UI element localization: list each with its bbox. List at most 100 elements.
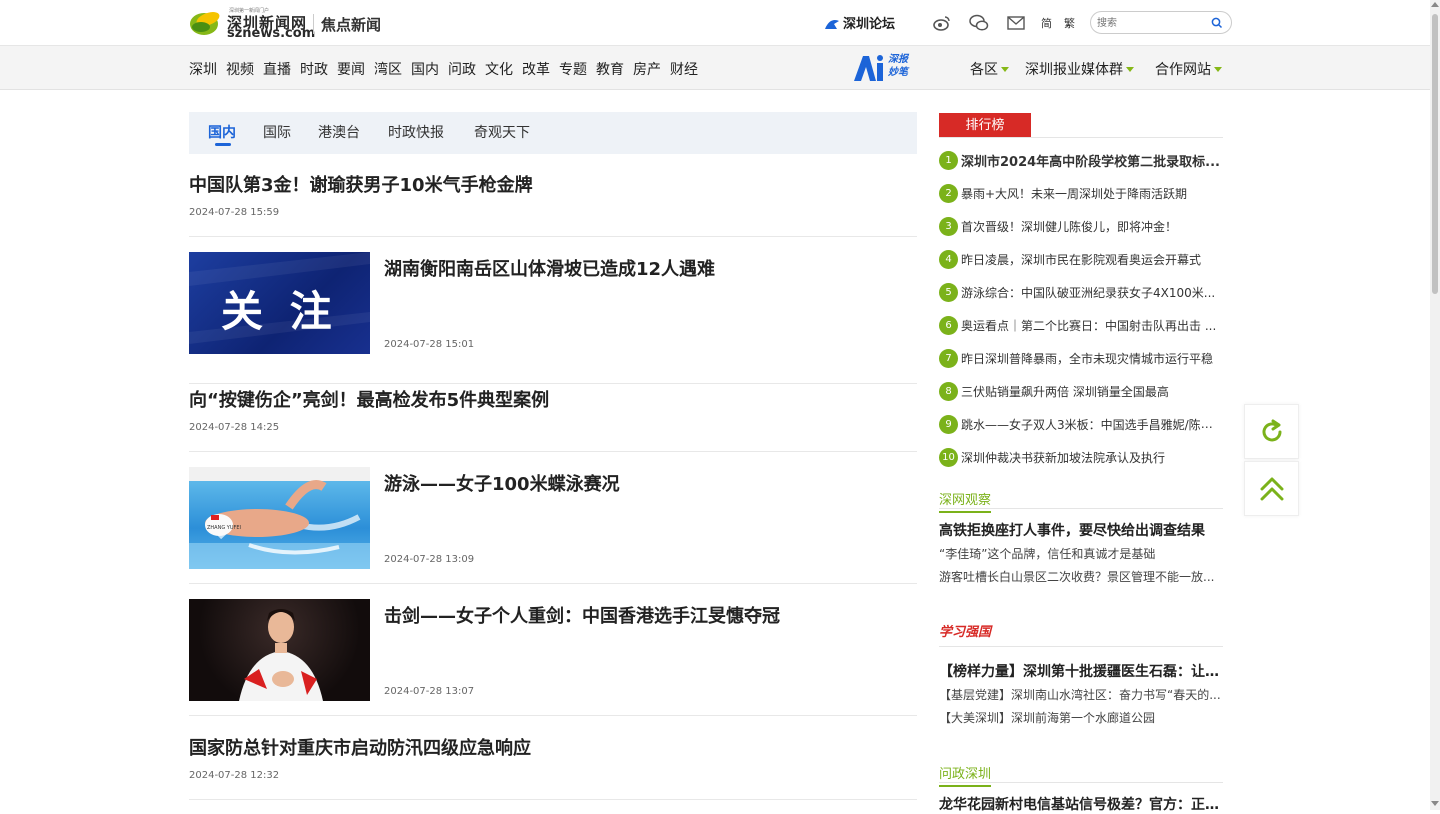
- nav-item-domestic[interactable]: 国内: [411, 59, 439, 79]
- rank-text: 三伏贴销量飙升两倍 深圳销量全国最高: [961, 385, 1169, 399]
- wenzheng-section-title: 问政深圳: [939, 763, 992, 787]
- nav-item-headlines[interactable]: 要闻: [337, 59, 365, 79]
- back-to-top-button[interactable]: [1244, 461, 1299, 516]
- scroll-up-arrow-icon[interactable]: [1431, 2, 1439, 7]
- thumb-text: 关 注: [221, 287, 338, 336]
- nav-item-video[interactable]: 视频: [226, 59, 254, 79]
- tab-politics-express[interactable]: 时政快报: [388, 122, 444, 142]
- rank-number: 9: [939, 415, 958, 434]
- news-title[interactable]: 国家防总针对重庆市启动防汛四级应急响应: [189, 734, 531, 760]
- search-icon[interactable]: [1211, 17, 1223, 29]
- news-title[interactable]: 游泳——女子100米蝶泳赛况: [384, 470, 620, 496]
- news-thumbnail[interactable]: [189, 599, 370, 701]
- xuexi-logo[interactable]: 学习强国: [939, 621, 991, 640]
- nav-item-bay-area[interactable]: 湾区: [374, 59, 402, 79]
- news-item[interactable]: 关 注 湖南衡阳南岳区山体滑坡已造成12人遇难 2024-07-28 15:01: [189, 237, 917, 384]
- districts-label: 各区: [970, 62, 998, 78]
- observe-link[interactable]: 游客吐槽长白山景区二次收费？景区管理不能一放...: [939, 568, 1223, 585]
- mail-icon[interactable]: [1006, 13, 1026, 33]
- news-item[interactable]: 国家防总针对重庆市启动防汛四级应急响应 2024-07-28 12:32: [189, 716, 917, 800]
- news-title[interactable]: 中国队第3金！谢瑜获男子10米气手枪金牌: [189, 171, 533, 197]
- rank-number: 1: [939, 151, 958, 170]
- chevron-down-icon: [1126, 67, 1134, 72]
- wechat-icon[interactable]: [969, 13, 989, 33]
- tab-international[interactable]: 国际: [263, 122, 291, 142]
- nav-item-inquiry[interactable]: 问政: [448, 59, 476, 79]
- news-date: 2024-07-28 15:59: [189, 207, 280, 218]
- media-group-dropdown[interactable]: 深圳报业媒体群: [1025, 59, 1134, 79]
- news-date: 2024-07-28 12:32: [189, 770, 280, 781]
- site-logo[interactable]: 深圳第一新闻门户 深圳新闻网 sznews.com: [189, 7, 315, 41]
- nav-item-topics[interactable]: 专题: [559, 59, 587, 79]
- observe-section-title: 深网观察: [939, 489, 992, 513]
- forum-link[interactable]: 深圳论坛: [823, 13, 895, 32]
- news-item[interactable]: 向“按键伤企”亮剑！最高检发布5件典型案例 2024-07-28 14:25: [189, 384, 917, 452]
- nav-item-reform[interactable]: 改革: [522, 59, 550, 79]
- news-item[interactable]: 击剑——女子个人重剑：中国香港选手江旻憓夺冠 2024-07-28 13:07: [189, 584, 917, 716]
- wenzheng-section-header: 问政深圳: [939, 761, 1223, 787]
- lang-simplified[interactable]: 简: [1041, 15, 1052, 31]
- rank-number: 6: [939, 316, 958, 335]
- scroll-down-arrow-icon[interactable]: [1431, 801, 1439, 806]
- rank-text: 深圳市2024年高中阶段学校第二批录取标...: [961, 155, 1220, 170]
- ranking-item[interactable]: 3 首次晋级！深圳健儿陈俊儿，即将冲金！: [939, 217, 1223, 237]
- refresh-icon: [1262, 419, 1282, 442]
- nav-item-finance[interactable]: 财经: [670, 59, 698, 79]
- nav-item-live[interactable]: 直播: [263, 59, 291, 79]
- nav-item-culture[interactable]: 文化: [485, 59, 513, 79]
- ranking-item[interactable]: 7 昨日深圳普降暴雨，全市未现灾情城市运行平稳: [939, 349, 1223, 369]
- xuexi-link[interactable]: 【基层党建】深圳南山水湾社区：奋力书写“春天的...: [939, 686, 1223, 703]
- districts-dropdown[interactable]: 各区: [970, 59, 1009, 79]
- ai-logo[interactable]: 深报 妙笔: [852, 52, 922, 84]
- rank-text: 首次晋级！深圳健儿陈俊儿，即将冲金！: [961, 220, 1178, 234]
- wenzheng-lead-link[interactable]: 龙华花园新村电信基站信号极差？官方：正在...: [939, 794, 1223, 814]
- news-thumbnail[interactable]: 关 注: [189, 252, 370, 354]
- tab-hk-macao-taiwan[interactable]: 港澳台: [318, 122, 360, 142]
- news-item[interactable]: 中国队第3金！谢瑜获男子10米气手枪金牌 2024-07-28 15:59: [189, 154, 917, 237]
- news-title[interactable]: 向“按键伤企”亮剑！最高检发布5件典型案例: [189, 386, 549, 412]
- rank-text: 游泳综合：中国队破亚洲纪录获女子4X100米...: [961, 286, 1216, 300]
- ranking-item[interactable]: 2 暴雨+大风！未来一周深圳处于降雨活跃期: [939, 184, 1223, 204]
- tab-domestic[interactable]: 国内: [208, 122, 236, 142]
- ranking-item[interactable]: 4 昨日凌晨，深圳市民在影院观看奥运会开幕式: [939, 250, 1223, 270]
- scroll-thumb[interactable]: [1432, 14, 1438, 294]
- xuexi-link[interactable]: 【大美深圳】深圳前海第一个水廊道公园: [939, 709, 1223, 726]
- ai-logo-line1: 深报: [888, 54, 908, 65]
- rank-number: 8: [939, 382, 958, 401]
- ranking-item[interactable]: 10 深圳仲裁决书获新加坡法院承认及执行: [939, 448, 1223, 468]
- nav-item-politics[interactable]: 时政: [300, 59, 328, 79]
- top-header: 深圳第一新闻门户 深圳新闻网 sznews.com 焦点新闻 深圳论坛 简 繁: [0, 0, 1430, 46]
- chevron-down-icon: [1001, 67, 1009, 72]
- ranking-item[interactable]: 6 奥运看点｜第二个比赛日：中国射击队再出击 ...: [939, 316, 1223, 336]
- ranking-item[interactable]: 5 游泳综合：中国队破亚洲纪录获女子4X100米...: [939, 283, 1223, 303]
- news-item[interactable]: ZHANG YUFEI 游泳——女子100米蝶泳赛况 2024-07-28 13…: [189, 452, 917, 584]
- tab-world-wonders[interactable]: 奇观天下: [474, 122, 530, 142]
- ranking-item[interactable]: 8 三伏贴销量飙升两倍 深圳销量全国最高: [939, 382, 1223, 402]
- nav-item-property[interactable]: 房产: [633, 59, 661, 79]
- news-title[interactable]: 湖南衡阳南岳区山体滑坡已造成12人遇难: [384, 255, 715, 281]
- xuexi-lead-link[interactable]: 【榜样力量】深圳第十批援疆医生石磊：让群...: [939, 661, 1223, 681]
- rank-text: 跳水——女子双人3米板：中国选手昌雅妮/陈艺...: [961, 418, 1223, 432]
- nav-items: 深圳 视频 直播 时政 要闻 湾区 国内 问政 文化 改革 专题 教育 房产 财…: [189, 59, 698, 79]
- news-date: 2024-07-28 15:01: [384, 339, 475, 350]
- swimmer-image: [189, 467, 370, 569]
- back-to-top-icon: [1260, 477, 1284, 501]
- observe-lead-link[interactable]: 高铁拒换座打人事件，要尽快给出调查结果: [939, 520, 1223, 540]
- nav-item-shenzhen[interactable]: 深圳: [189, 59, 217, 79]
- partner-sites-dropdown[interactable]: 合作网站: [1155, 59, 1222, 79]
- chevron-down-icon: [1214, 67, 1222, 72]
- weibo-icon[interactable]: [932, 13, 952, 33]
- news-thumbnail[interactable]: ZHANG YUFEI: [189, 467, 370, 569]
- section-title: 焦点新闻: [321, 16, 382, 34]
- rank-number: 2: [939, 184, 958, 203]
- lang-traditional[interactable]: 繁: [1064, 15, 1075, 31]
- search-input[interactable]: [1097, 15, 1207, 31]
- observe-link[interactable]: “李佳琦”这个品牌，信任和真诚才是基础: [939, 545, 1223, 562]
- ranking-item[interactable]: 9 跳水——女子双人3米板：中国选手昌雅妮/陈艺...: [939, 415, 1223, 435]
- refresh-button[interactable]: [1244, 404, 1299, 459]
- news-title[interactable]: 击剑——女子个人重剑：中国香港选手江旻憓夺冠: [384, 602, 780, 628]
- media-group-label: 深圳报业媒体群: [1025, 62, 1123, 78]
- ranking-item[interactable]: 1 深圳市2024年高中阶段学校第二批录取标...: [939, 151, 1223, 171]
- nav-item-education[interactable]: 教育: [596, 59, 624, 79]
- rank-text: 昨日深圳普降暴雨，全市未现灾情城市运行平稳: [961, 352, 1214, 366]
